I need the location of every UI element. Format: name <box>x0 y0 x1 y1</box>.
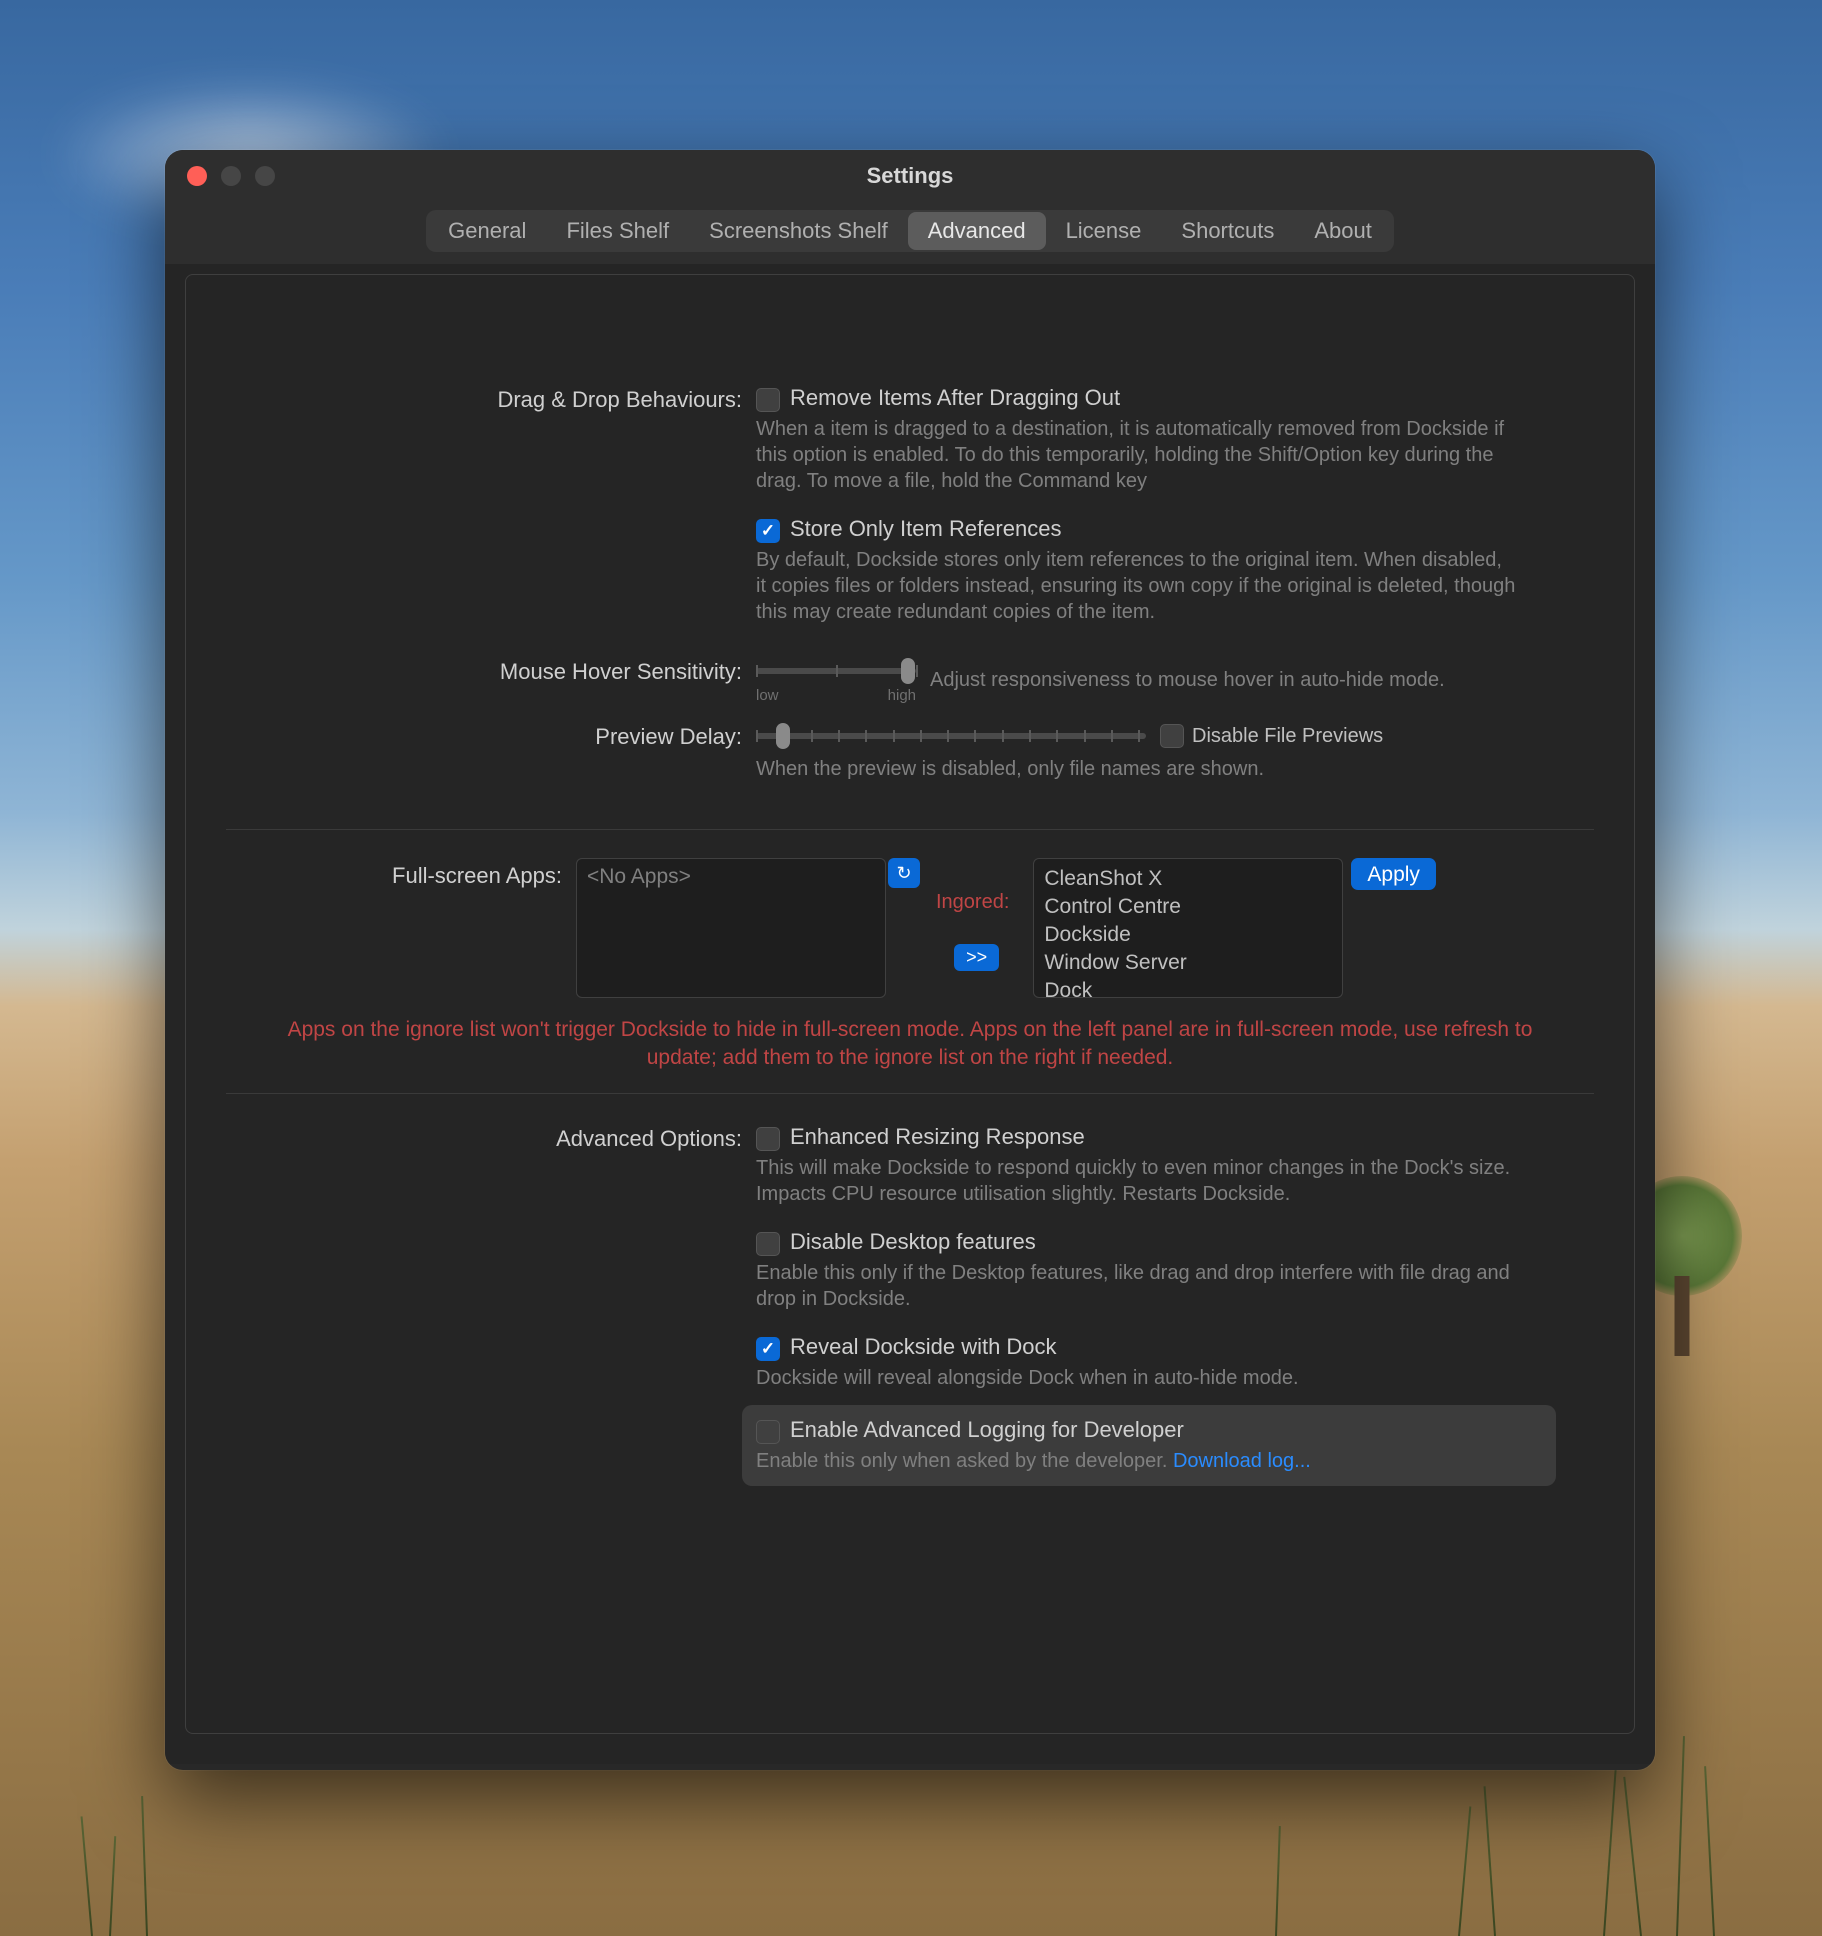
minimize-button[interactable] <box>221 166 241 186</box>
settings-window: Settings General Files Shelf Screenshots… <box>165 150 1655 1770</box>
hover-desc: Adjust responsiveness to mouse hover in … <box>930 669 1445 692</box>
store-refs-label: Store Only Item References <box>790 516 1061 542</box>
ignored-label: Ingored: <box>936 886 1017 914</box>
enhanced-resize-desc: This will make Dockside to respond quick… <box>756 1155 1516 1207</box>
no-apps-placeholder: <No Apps> <box>587 865 875 889</box>
fullscreen-apps-desc: Apps on the ignore list won't trigger Do… <box>236 1016 1584 1073</box>
enable-logging-desc: Enable this only when asked by the devel… <box>756 1448 1542 1474</box>
apply-button[interactable]: Apply <box>1351 858 1436 890</box>
tab-files-shelf[interactable]: Files Shelf <box>546 212 689 250</box>
maximize-button[interactable] <box>255 166 275 186</box>
download-log-link[interactable]: Download log... <box>1173 1450 1311 1472</box>
hover-low-label: low <box>756 687 779 704</box>
tab-shortcuts[interactable]: Shortcuts <box>1161 212 1294 250</box>
enable-logging-label: Enable Advanced Logging for Developer <box>790 1417 1184 1443</box>
close-button[interactable] <box>187 166 207 186</box>
preview-delay-label: Preview Delay: <box>236 722 756 809</box>
window-title: Settings <box>867 163 954 189</box>
reveal-dock-checkbox[interactable] <box>756 1337 780 1361</box>
list-item[interactable]: Dockside <box>1044 921 1332 949</box>
advanced-options-label: Advanced Options: <box>236 1124 756 1486</box>
move-to-ignored-button[interactable]: >> <box>954 944 999 971</box>
disable-desktop-checkbox[interactable] <box>756 1232 780 1256</box>
reveal-dock-desc: Dockside will reveal alongside Dock when… <box>756 1365 1516 1391</box>
traffic-lights <box>165 166 275 186</box>
fullscreen-apps-list[interactable]: <No Apps> <box>576 858 886 998</box>
refresh-icon: ↻ <box>896 863 911 884</box>
refresh-button[interactable]: ↻ <box>888 858 920 888</box>
disable-desktop-desc: Enable this only if the Desktop features… <box>756 1260 1516 1312</box>
disable-previews-label: Disable File Previews <box>1192 725 1383 748</box>
store-refs-checkbox[interactable] <box>756 519 780 543</box>
disable-desktop-label: Disable Desktop features <box>790 1229 1036 1255</box>
divider <box>226 1093 1594 1094</box>
store-refs-desc: By default, Dockside stores only item re… <box>756 547 1516 625</box>
reveal-dock-label: Reveal Dockside with Dock <box>790 1334 1057 1360</box>
preview-desc: When the preview is disabled, only file … <box>756 758 1516 781</box>
enable-logging-checkbox[interactable] <box>756 1420 780 1444</box>
remove-items-desc: When a item is dragged to a destination,… <box>756 416 1516 494</box>
tab-about[interactable]: About <box>1294 212 1392 250</box>
hover-high-label: high <box>888 687 916 704</box>
preview-delay-slider[interactable] <box>756 722 1146 750</box>
disable-previews-checkbox[interactable] <box>1160 724 1184 748</box>
tab-segmented-control: General Files Shelf Screenshots Shelf Ad… <box>426 210 1394 252</box>
ignored-apps-list[interactable]: CleanShot X Control Centre Dockside Wind… <box>1033 858 1343 998</box>
list-item[interactable]: Window Server <box>1044 949 1332 977</box>
enhanced-resize-label: Enhanced Resizing Response <box>790 1124 1085 1150</box>
drag-drop-label: Drag & Drop Behaviours: <box>236 385 756 647</box>
tab-advanced[interactable]: Advanced <box>908 212 1046 250</box>
list-item[interactable]: Control Centre <box>1044 893 1332 921</box>
tab-general[interactable]: General <box>428 212 546 250</box>
hover-label: Mouse Hover Sensitivity: <box>236 657 756 704</box>
tab-bar: General Files Shelf Screenshots Shelf Ad… <box>165 202 1655 264</box>
logging-row-highlight: Enable Advanced Logging for Developer En… <box>742 1405 1556 1486</box>
tab-screenshots-shelf[interactable]: Screenshots Shelf <box>689 212 908 250</box>
divider <box>226 829 1594 830</box>
enhanced-resize-checkbox[interactable] <box>756 1127 780 1151</box>
tab-license[interactable]: License <box>1046 212 1162 250</box>
settings-content: Drag & Drop Behaviours: Remove Items Aft… <box>185 274 1635 1734</box>
remove-items-checkbox[interactable] <box>756 388 780 412</box>
titlebar: Settings <box>165 150 1655 202</box>
logging-desc-text: Enable this only when asked by the devel… <box>756 1450 1173 1472</box>
list-item[interactable]: CleanShot X <box>1044 865 1332 893</box>
list-item[interactable]: Dock <box>1044 977 1332 998</box>
hover-sensitivity-slider[interactable] <box>756 657 916 685</box>
fullscreen-apps-label: Full-screen Apps: <box>236 858 576 889</box>
remove-items-label: Remove Items After Dragging Out <box>790 385 1120 411</box>
